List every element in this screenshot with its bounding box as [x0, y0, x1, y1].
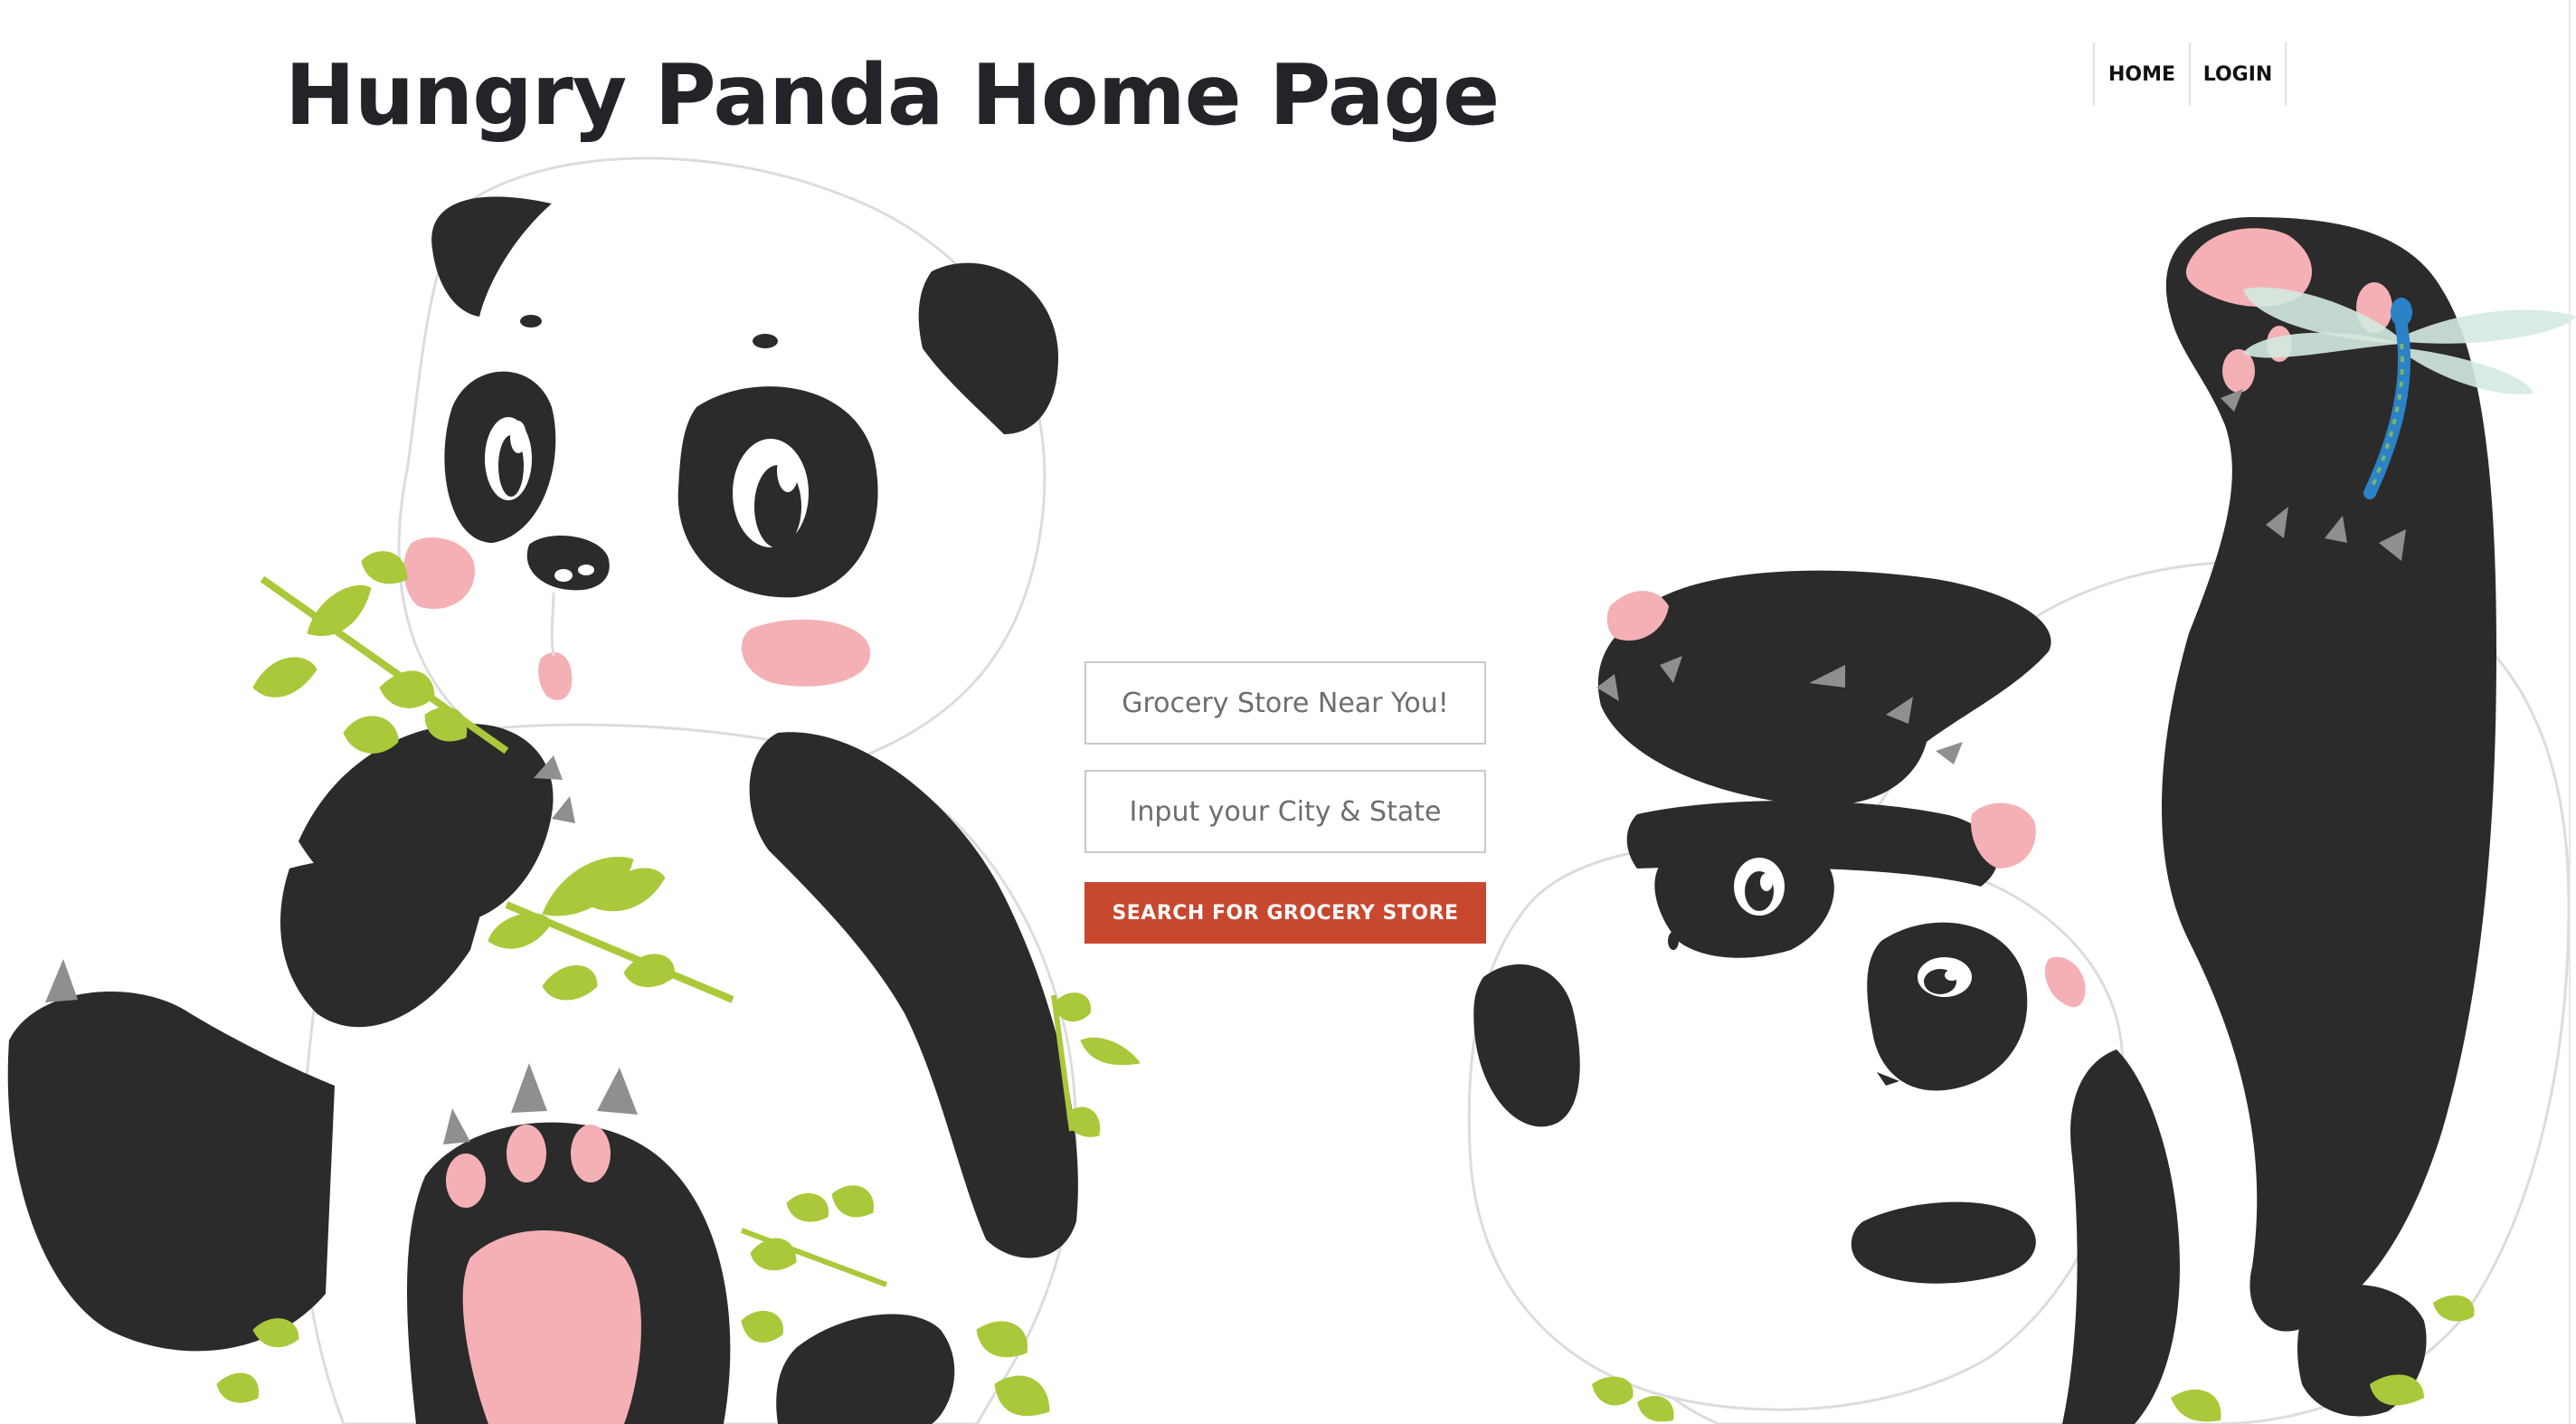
grocery-search-form: SEARCH FOR GROCERY STORE: [1084, 661, 1486, 944]
nav-home-link[interactable]: HOME: [2095, 43, 2191, 106]
top-nav: HOME LOGIN: [2093, 43, 2287, 106]
grocery-store-input[interactable]: [1084, 661, 1486, 745]
left-panda: [7, 157, 1141, 1424]
nav-login-link[interactable]: LOGIN: [2191, 43, 2287, 106]
city-state-input[interactable]: [1084, 770, 1486, 853]
search-grocery-store-button[interactable]: SEARCH FOR GROCERY STORE: [1084, 882, 1486, 944]
page-title: Hungry Panda Home Page: [285, 46, 1500, 144]
page: Hungry Panda Home Page HOME LOGIN SEARCH…: [0, 0, 2576, 1424]
right-panda: [1467, 217, 2576, 1424]
page-edge-divider: [2569, 0, 2571, 1424]
